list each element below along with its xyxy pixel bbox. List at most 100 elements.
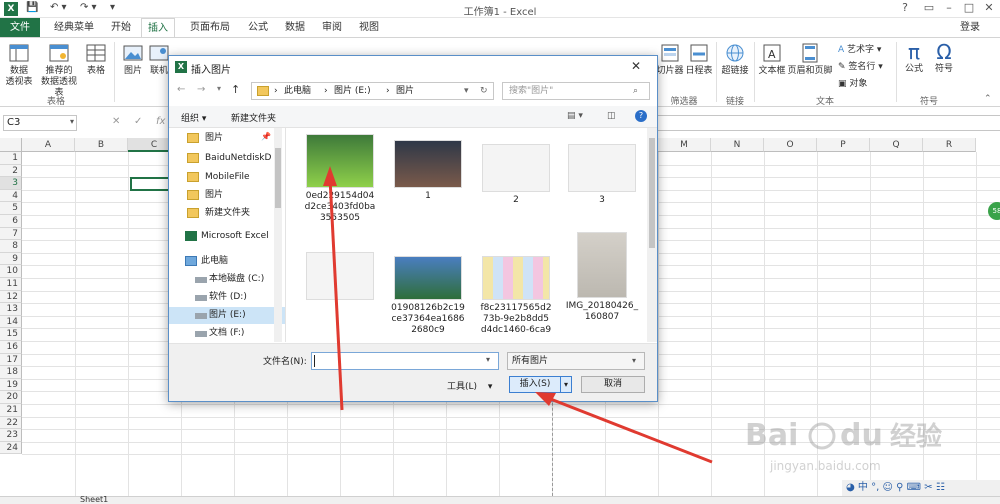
preview-pane-icon[interactable]: ◫ <box>607 111 616 121</box>
name-box-dropdown-icon[interactable]: ▾ <box>70 117 74 126</box>
tab-view[interactable]: 视图 <box>352 18 386 37</box>
row-header-11[interactable]: 11 <box>0 278 22 291</box>
column-header-r[interactable]: R <box>923 138 976 152</box>
file-item-3[interactable]: 3 <box>559 144 645 206</box>
nav-item-9[interactable]: 图片 (E:) <box>169 307 285 324</box>
row-header-22[interactable]: 22 <box>0 416 22 430</box>
column-header-b[interactable]: B <box>75 138 128 152</box>
row-header-2[interactable]: 2 <box>0 164 22 178</box>
pivot-table-button[interactable]: 数据 透视表 <box>2 42 36 88</box>
refresh-icon[interactable]: ↻ <box>480 83 488 99</box>
filetype-select[interactable]: 所有图片 ▾ <box>507 352 645 370</box>
nav-item-6[interactable]: 此电脑 <box>169 253 285 270</box>
tab-review[interactable]: 审阅 <box>315 18 349 37</box>
help-icon[interactable]: ? <box>635 110 647 122</box>
row-header-6[interactable]: 6 <box>0 215 22 228</box>
nav-item-5[interactable]: Microsoft Excel <box>169 228 285 245</box>
column-header-p[interactable]: P <box>817 138 870 152</box>
row-header-15[interactable]: 15 <box>0 328 22 341</box>
ime-chinese-icon[interactable]: 中 <box>858 482 868 493</box>
row-header-10[interactable]: 10 <box>0 265 22 278</box>
tab-page-layout[interactable]: 页面布局 <box>182 18 238 37</box>
cancel-button[interactable]: 取消 <box>581 376 645 393</box>
up-folder-icon[interactable]: ↑ <box>231 83 240 96</box>
login-link[interactable]: 登录 <box>955 18 985 37</box>
ime-emoji-icon[interactable]: ☺ <box>882 482 892 493</box>
row-header-5[interactable]: 5 <box>0 202 22 215</box>
equation-button[interactable]: π 公式 <box>900 40 928 75</box>
nav-item-7[interactable]: 本地磁盘 (C:) <box>169 271 285 288</box>
file-item-7[interactable]: IMG_20180426_ 160807 <box>559 232 645 323</box>
column-header-q[interactable]: Q <box>870 138 923 152</box>
pin-icon[interactable]: 📌 <box>261 132 271 141</box>
ime-keyboard-icon[interactable]: ⌨ <box>907 482 921 493</box>
name-box[interactable]: C3 <box>3 115 77 131</box>
row-header-20[interactable]: 20 <box>0 391 22 404</box>
column-header-a[interactable]: A <box>22 138 75 152</box>
column-header-m[interactable]: M <box>658 138 711 152</box>
tab-data[interactable]: 数据 <box>278 18 312 37</box>
nav-item-4[interactable]: 新建文件夹 <box>169 205 285 222</box>
tab-classic-menu[interactable]: 经典菜单 <box>46 18 102 37</box>
row-header-16[interactable]: 16 <box>0 341 22 354</box>
slicer-button[interactable]: 切片器 <box>656 42 684 77</box>
help-icon[interactable]: ? <box>896 1 914 17</box>
row-header-17[interactable]: 17 <box>0 353 22 367</box>
file-item-2[interactable]: 2 <box>473 144 559 206</box>
filetype-dropdown-icon[interactable]: ▾ <box>632 353 636 369</box>
filename-dropdown-icon[interactable]: ▾ <box>486 355 490 364</box>
view-options-icon[interactable]: ▤ ▾ <box>567 111 583 121</box>
organize-button[interactable]: 组织 ▾ <box>181 111 206 124</box>
row-header-3[interactable]: 3 <box>0 177 22 190</box>
file-item-6[interactable]: f8c23117565d2 73b-9e2b8dd5 d4dc1460-6ca9 <box>473 256 559 336</box>
filename-input[interactable]: ▾ <box>311 352 499 370</box>
enter-entry-icon[interactable]: ✓ <box>134 116 142 127</box>
tools-button[interactable]: 工具(L) ▾ <box>447 379 492 392</box>
row-header-7[interactable]: 7 <box>0 227 22 241</box>
tab-insert[interactable]: 插入 <box>141 18 175 37</box>
row-header-18[interactable]: 18 <box>0 366 22 379</box>
breadcrumb-pictures[interactable]: 图片 <box>396 83 414 99</box>
signature-line-button[interactable]: ✎ 签名行 ▾ <box>838 59 883 76</box>
row-header-14[interactable]: 14 <box>0 315 22 329</box>
forward-icon[interactable]: → <box>197 84 205 95</box>
row-header-1[interactable]: 1 <box>0 152 22 165</box>
row-header-24[interactable]: 24 <box>0 441 22 455</box>
back-icon[interactable]: ← <box>177 84 185 95</box>
ime-logo-icon[interactable]: ◕ <box>846 482 855 493</box>
picture-button[interactable]: 图片 <box>118 42 148 77</box>
nav-item-1[interactable]: BaiduNetdiskD <box>169 150 285 167</box>
sheet-tab[interactable]: Sheet1 <box>80 495 108 504</box>
row-header-8[interactable]: 8 <box>0 240 22 253</box>
dialog-close-icon[interactable]: ✕ <box>631 59 641 73</box>
insert-dropdown-icon[interactable]: ▾ <box>560 376 572 393</box>
recommended-pivot-button[interactable]: 推荐的 数据透视表 <box>38 42 80 99</box>
maximize-icon[interactable]: □ <box>960 1 978 17</box>
cancel-entry-icon[interactable]: ✕ <box>112 116 120 127</box>
close-icon[interactable]: ✕ <box>980 1 998 17</box>
select-all-corner[interactable] <box>0 138 22 152</box>
online-picture-button[interactable]: 联机 <box>148 42 170 77</box>
row-header-21[interactable]: 21 <box>0 404 22 417</box>
nav-item-2[interactable]: MobileFile <box>169 169 285 186</box>
tab-formulas[interactable]: 公式 <box>241 18 275 37</box>
files-scrollbar[interactable] <box>647 128 657 342</box>
minimize-icon[interactable]: – <box>940 1 958 17</box>
row-header-13[interactable]: 13 <box>0 303 22 316</box>
tab-file[interactable]: 文件 <box>0 18 40 37</box>
row-header-19[interactable]: 19 <box>0 378 22 392</box>
timeline-button[interactable]: 日程表 <box>684 42 714 77</box>
symbol-button[interactable]: Ω 符号 <box>930 40 958 75</box>
column-header-o[interactable]: O <box>764 138 817 152</box>
file-item-5[interactable]: 01908126b2c19 ce37364ea1686 2680c9 <box>385 256 471 336</box>
nav-scrollbar[interactable] <box>274 128 282 342</box>
ime-punctuation-icon[interactable]: °, <box>871 482 879 493</box>
side-floating-badge[interactable]: 58 <box>988 202 1000 220</box>
hyperlink-button[interactable]: 超链接 <box>720 42 750 77</box>
breadcrumb-drive-e[interactable]: 图片 (E:) <box>334 83 371 99</box>
ribbon-display-icon[interactable]: ▭ <box>920 1 938 17</box>
tab-home[interactable]: 开始 <box>104 18 138 37</box>
row-header-12[interactable]: 12 <box>0 290 22 304</box>
file-item-1[interactable]: 1 <box>385 140 471 202</box>
row-header-9[interactable]: 9 <box>0 252 22 266</box>
